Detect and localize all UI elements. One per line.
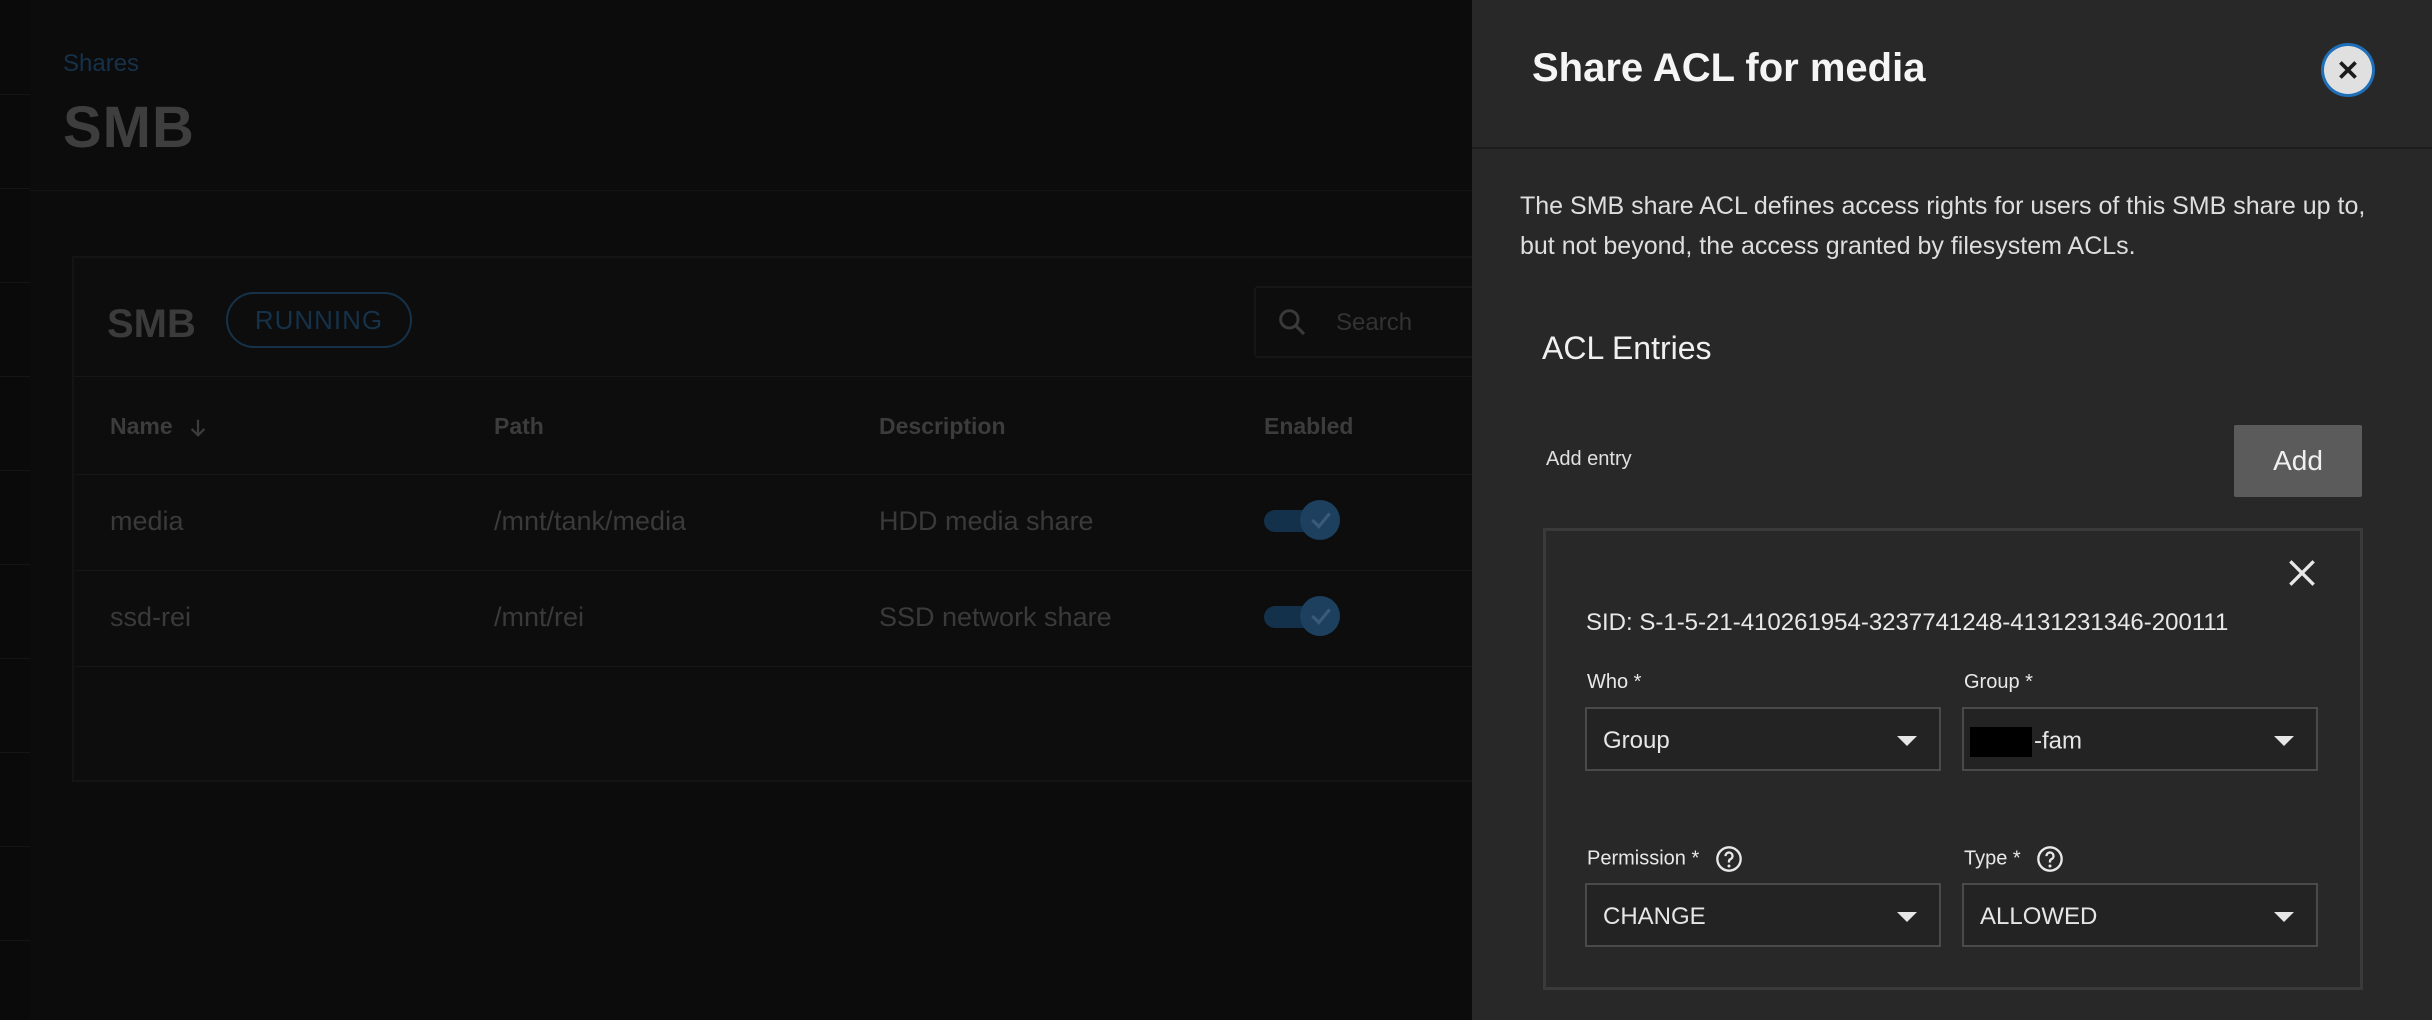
dropdown-arrow-icon (1897, 912, 1917, 922)
column-header-path[interactable]: Path (494, 413, 544, 440)
panel-title: Share ACL for media (1532, 46, 1926, 90)
column-header-description[interactable]: Description (879, 413, 1006, 440)
row-divider (74, 570, 1494, 571)
check-icon (1311, 512, 1331, 529)
panel-description: The SMB share ACL defines access rights … (1520, 192, 2366, 260)
cell-name: media (110, 506, 184, 536)
header-divider (30, 190, 1472, 191)
who-select-value: Group (1603, 727, 1670, 754)
help-icon[interactable] (2036, 845, 2064, 873)
dropdown-arrow-icon (2274, 736, 2294, 746)
page-title: SMB (63, 95, 195, 160)
status-badge: RUNNING (226, 292, 412, 348)
remove-entry-button[interactable] (2282, 553, 2322, 593)
card-title: SMB (107, 302, 196, 346)
enabled-toggle[interactable] (1264, 596, 1340, 636)
row-divider (74, 666, 1494, 667)
dropdown-arrow-icon (1897, 736, 1917, 746)
share-acl-panel: Share ACL for media The SMB share ACL de… (1472, 0, 2432, 1020)
who-select[interactable]: Group (1585, 707, 1941, 771)
close-icon (2339, 61, 2357, 79)
cell-description: HDD media share (879, 506, 1094, 536)
background-page: Shares SMB SMB RUNNING Search Name Path … (0, 0, 1554, 1020)
search-icon (1279, 309, 1306, 336)
search-placeholder: Search (1336, 309, 1413, 336)
sidebar-strip (0, 0, 30, 1020)
smb-card: SMB RUNNING Search Name Path Description… (72, 256, 1554, 782)
check-icon (1311, 608, 1331, 625)
enabled-toggle[interactable] (1264, 500, 1340, 540)
column-header-enabled[interactable]: Enabled (1264, 413, 1353, 440)
permission-select-value: CHANGE (1603, 903, 1706, 930)
breadcrumb[interactable]: Shares (63, 50, 139, 78)
panel-header-divider (1472, 147, 2432, 149)
who-label: Who * (1587, 671, 1642, 693)
dropdown-arrow-icon (2274, 912, 2294, 922)
card-divider (74, 376, 1494, 377)
close-icon (2289, 560, 2315, 586)
cell-description: SSD network share (879, 602, 1112, 632)
permission-select[interactable]: CHANGE (1585, 883, 1941, 947)
type-label: Type * (1964, 845, 2064, 873)
column-header-name[interactable]: Name (110, 413, 209, 440)
redacted-block (1970, 727, 2032, 757)
group-select[interactable]: -fam (1962, 707, 2318, 771)
close-panel-button[interactable] (2324, 46, 2372, 94)
sid-text: SID: S-1-5-21-410261954-3237741248-41312… (1586, 609, 2229, 636)
group-label: Group * (1964, 671, 2033, 693)
add-entry-button[interactable]: Add (2234, 425, 2362, 497)
type-select[interactable]: ALLOWED (1962, 883, 2318, 947)
acl-entries-heading: ACL Entries (1542, 330, 1712, 366)
help-icon[interactable] (1715, 845, 1743, 873)
type-select-value: ALLOWED (1980, 903, 2098, 930)
sort-arrow-down-icon (190, 419, 206, 437)
cell-path: /mnt/tank/media (494, 506, 687, 536)
cell-name: ssd-rei (110, 602, 192, 632)
acl-entry-card: SID: S-1-5-21-410261954-3237741248-41312… (1543, 528, 2363, 990)
permission-label: Permission * (1587, 845, 1743, 873)
cell-path: /mnt/rei (494, 602, 585, 632)
add-entry-label: Add entry (1546, 448, 1632, 470)
table-header-divider (74, 474, 1494, 475)
group-select-value: -fam (1970, 727, 2082, 757)
